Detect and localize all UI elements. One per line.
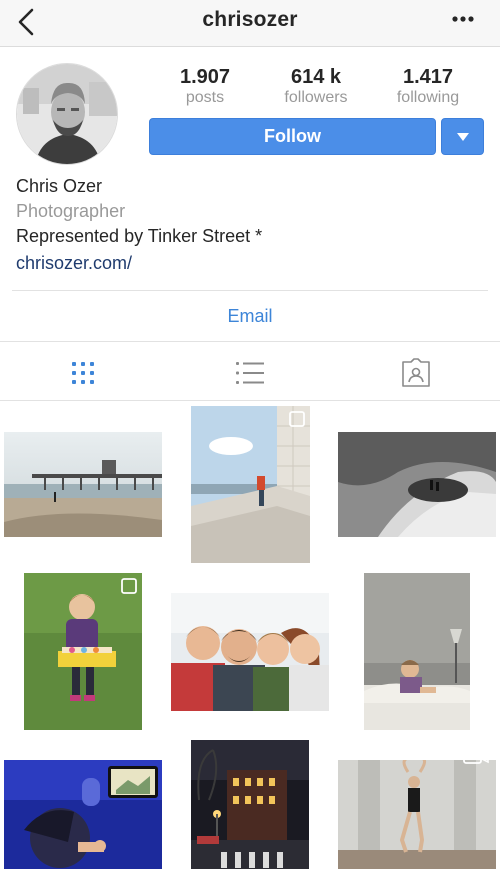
stat-posts[interactable]: 1.907 posts <box>150 66 260 108</box>
tab-tagged[interactable] <box>398 355 434 391</box>
grid-photo[interactable] <box>4 432 162 537</box>
grid-photo[interactable] <box>191 406 310 563</box>
grid-photo[interactable] <box>191 740 309 869</box>
divider <box>12 290 488 291</box>
caret-down-icon <box>457 133 469 141</box>
stat-following[interactable]: 1.417 following <box>373 66 483 108</box>
profile-username: chrisozer <box>202 8 298 31</box>
grid-photo[interactable] <box>338 760 496 869</box>
more-options-button[interactable] <box>450 8 478 32</box>
bio-website-link[interactable]: chrisozer.com/ <box>16 253 132 274</box>
bio-category: Photographer <box>16 201 126 221</box>
carousel-icon <box>289 411 305 427</box>
grid-photo[interactable] <box>171 593 329 711</box>
multi-photo-badge <box>288 410 306 428</box>
suggested-accounts-dropdown-button[interactable] <box>441 118 484 155</box>
bio-description: Represented by Tinker Street * <box>16 226 263 246</box>
dancer-photo <box>338 760 496 869</box>
grid-photo[interactable] <box>364 573 470 730</box>
child-on-bed-photo <box>364 573 470 730</box>
stat-following-value: 1.417 <box>402 66 454 88</box>
grid-photo[interactable] <box>4 760 162 869</box>
email-button[interactable]: Email <box>0 306 500 327</box>
airplane-window-photo <box>4 760 162 869</box>
follow-button[interactable]: Follow <box>149 118 436 155</box>
grid-photo[interactable] <box>24 573 142 730</box>
curved-architecture-photo <box>338 432 496 537</box>
stat-followers[interactable]: 614 k followers <box>261 66 371 108</box>
tab-list[interactable] <box>232 355 268 391</box>
grid-icon <box>72 362 94 384</box>
child-with-box-photo <box>24 573 142 730</box>
grid-photo[interactable] <box>338 432 496 537</box>
stat-posts-value: 1.907 <box>179 66 231 88</box>
divider <box>0 400 500 401</box>
stat-posts-label: posts <box>185 89 225 106</box>
divider <box>0 341 500 342</box>
avatar-portrait-image <box>17 64 117 164</box>
family-selfie-photo <box>171 593 329 711</box>
tab-grid[interactable] <box>65 355 101 391</box>
stat-following-label: following <box>396 89 460 106</box>
multi-photo-badge <box>120 577 138 595</box>
profile-avatar[interactable] <box>16 63 118 165</box>
stat-followers-label: followers <box>284 89 348 106</box>
city-street-night-photo <box>191 740 309 869</box>
top-bar: chrisozer <box>0 0 500 47</box>
stat-followers-value: 614 k <box>290 66 342 88</box>
list-icon <box>236 362 264 384</box>
beach-pier-photo <box>4 432 162 537</box>
video-camera-icon <box>463 760 489 764</box>
bio-full-name: Chris Ozer <box>16 176 103 196</box>
carousel-icon <box>121 578 137 594</box>
video-badge <box>462 760 490 766</box>
building-wall-photo <box>191 406 310 563</box>
more-horizontal-icon <box>452 16 474 22</box>
tagged-icon <box>402 358 430 387</box>
